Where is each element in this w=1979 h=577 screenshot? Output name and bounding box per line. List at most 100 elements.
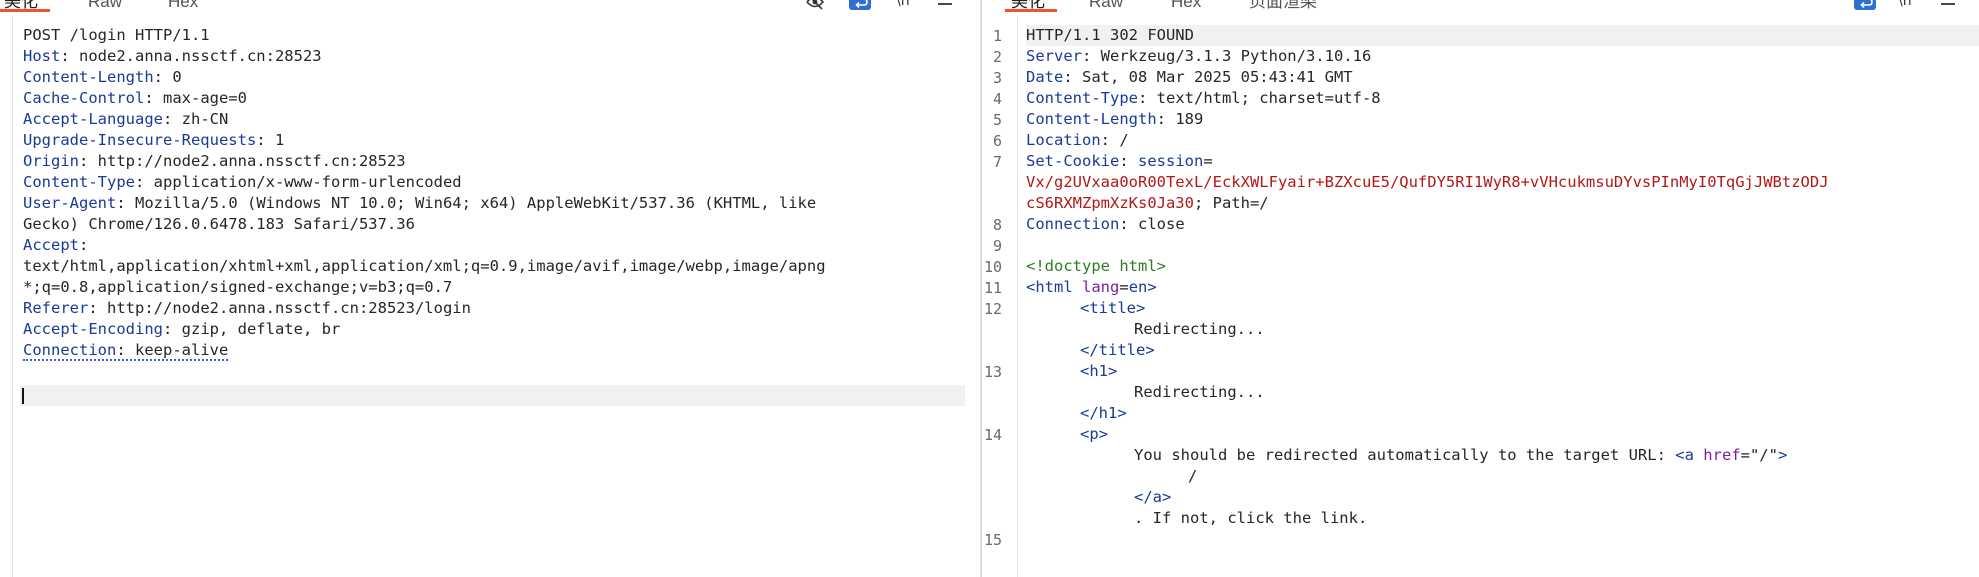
a-href: "/" <box>1749 446 1778 464</box>
title-tag: title <box>1089 299 1137 317</box>
h1-tag: h1 <box>1098 404 1118 422</box>
header-value: gzip, deflate, br <box>181 320 341 338</box>
request-header-continuation: Gecko) Chrome/126.0.6478.183 Safari/537.… <box>23 214 980 235</box>
line-number: 8 <box>992 216 1002 234</box>
line-number: 3 <box>992 69 1002 87</box>
header-value: Werkzeug/3.1.3 Python/3.10.16 <box>1100 47 1372 65</box>
line-number: 10 <box>983 258 1002 276</box>
line-number: 15 <box>983 531 1002 549</box>
header-value: 1 <box>274 131 285 149</box>
response-tab-pretty[interactable]: 美化 <box>1005 0 1057 12</box>
response-gutter: 1 2 3 4 5 6 7 8 9 10 11 12 13 14 15 <box>982 16 1018 577</box>
request-line-text: POST /login HTTP/1.1 <box>23 26 210 44</box>
header-key: Origin <box>23 152 79 170</box>
header-value: / <box>1119 131 1129 149</box>
a-text: / <box>1188 467 1198 485</box>
header-value-continued: *;q=0.8,application/signed-exchange;v=b3… <box>23 278 453 296</box>
header-value: keep-alive <box>135 341 229 359</box>
response-editor[interactable]: HTTP/1.1 302 FOUND Server: Werkzeug/3.1.… <box>1026 25 1979 529</box>
response-status-line: HTTP/1.1 302 FOUND <box>1026 25 1979 46</box>
wrap-icon[interactable] <box>849 0 871 10</box>
response-pane: 美化 Raw Hex 页面渲染 \n 1 2 3 4 5 6 7 8 9 10 … <box>982 0 1979 577</box>
request-header-upgrade-insecure: Upgrade-Insecure-Requests: 1 <box>23 131 285 149</box>
p-text: You should be redirected automatically t… <box>1134 446 1676 464</box>
header-value: Sat, 08 Mar 2025 05:43:41 GMT <box>1082 68 1353 86</box>
p-text-line: You should be redirected automatically t… <box>1134 446 1788 464</box>
html-tag: html <box>1035 278 1073 296</box>
header-key: Set-Cookie <box>1026 152 1120 170</box>
header-key: Cache-Control <box>23 89 145 107</box>
cookie-value: Vx/g2UVxaa0oR00TexL/EckXWLFyair+BZXcuE5/… <box>1026 173 1829 191</box>
line-number: 9 <box>992 237 1002 255</box>
menu-icon[interactable] <box>1940 0 1956 10</box>
request-header-content-length: Content-Length: 0 <box>23 68 182 86</box>
title-open-line: <title> <box>1080 299 1146 317</box>
a-close-line: </a> <box>1134 488 1172 506</box>
header-value: 0 <box>172 68 182 86</box>
h1-text: Redirecting... <box>1134 383 1265 401</box>
response-tabbar: 美化 Raw Hex 页面渲染 \n <box>982 0 1979 12</box>
header-value: zh-CN <box>181 110 229 128</box>
html-open-line: <html lang=en> <box>1026 278 1157 296</box>
request-tab-pretty[interactable]: 美化 <box>0 0 50 12</box>
line-number: 7 <box>992 153 1002 171</box>
line-number: 13 <box>983 363 1002 381</box>
line-number: 2 <box>992 48 1002 66</box>
response-tab-render[interactable]: 页面渲染 <box>1249 0 1317 12</box>
header-key: User-Agent <box>23 194 117 212</box>
html-attr-value: en <box>1128 278 1148 296</box>
line-number: 6 <box>992 132 1002 150</box>
header-key: Content-Type <box>23 173 135 191</box>
header-key: Connection <box>1026 215 1120 233</box>
p-tag: p <box>1089 425 1099 443</box>
h1-close-line: </h1> <box>1080 404 1127 422</box>
response-tab-hex[interactable]: Hex <box>1171 0 1201 12</box>
cookie-value-line: Vx/g2UVxaa0oR00TexL/EckXWLFyair+BZXcuE5/… <box>1026 172 1979 193</box>
response-tab-raw[interactable]: Raw <box>1089 0 1123 12</box>
h1-open-line: <h1> <box>1080 362 1118 380</box>
a-attr: href <box>1703 446 1741 464</box>
request-tab-raw[interactable]: Raw <box>88 0 122 12</box>
header-value: Mozilla/5.0 (Windows NT 10.0; Win64; x64… <box>135 194 817 212</box>
text-caret <box>22 388 24 404</box>
request-header-connection: Connection: keep-alive <box>23 341 229 361</box>
request-header-origin: Origin: http://node2.anna.nssctf.cn:2852… <box>23 152 406 170</box>
request-header-referer: Referer: http://node2.anna.nssctf.cn:285… <box>23 299 471 317</box>
doctype: <!doctype html> <box>1026 257 1166 275</box>
line-number: 11 <box>983 279 1002 297</box>
line-number: 14 <box>983 426 1002 444</box>
newline-icon[interactable]: \n <box>1898 0 1912 10</box>
cookie-name: session <box>1138 152 1204 170</box>
cookie-attributes: ; Path=/ <box>1193 194 1269 212</box>
header-key: Accept-Encoding <box>23 320 163 338</box>
header-key: Server <box>1026 47 1082 65</box>
header-value: close <box>1138 215 1185 233</box>
response-header-content-length: Content-Length: 189 <box>1026 110 1204 128</box>
response-header-connection: Connection: close <box>1026 215 1185 233</box>
request-gutter <box>0 16 13 577</box>
status-text: HTTP/1.1 302 FOUND <box>1026 26 1194 44</box>
a-tag: a <box>1684 446 1694 464</box>
title-text-line: Redirecting... <box>1026 319 1979 340</box>
header-key: Accept <box>23 236 79 254</box>
wrap-icon[interactable] <box>1854 0 1876 10</box>
cookie-value: cS6RXMZpmXzKs0Ja30 <box>1026 194 1194 212</box>
menu-icon[interactable] <box>937 0 953 10</box>
request-header-continuation: text/html,application/xhtml+xml,applicat… <box>23 256 980 277</box>
line-number: 4 <box>992 90 1002 108</box>
newline-icon[interactable]: \n <box>896 0 910 10</box>
current-line-highlight <box>20 385 965 406</box>
header-value: http://node2.anna.nssctf.cn:28523 <box>97 152 406 170</box>
header-value-continued: text/html,application/xhtml+xml,applicat… <box>23 257 826 275</box>
response-header-server: Server: Werkzeug/3.1.3 Python/3.10.16 <box>1026 47 1372 65</box>
header-value: http://node2.anna.nssctf.cn:28523/login <box>107 299 471 317</box>
eye-off-icon[interactable] <box>805 0 825 10</box>
request-tab-hex[interactable]: Hex <box>168 0 198 12</box>
header-key: Upgrade-Insecure-Requests <box>23 131 257 149</box>
header-key: Content-Length <box>23 68 154 86</box>
h1-tag: h1 <box>1089 362 1109 380</box>
header-value: text/html; charset=utf-8 <box>1156 89 1381 107</box>
request-editor[interactable]: POST /login HTTP/1.1 Host: node2.anna.ns… <box>23 25 980 361</box>
h1-text-line: Redirecting... <box>1026 382 1979 403</box>
